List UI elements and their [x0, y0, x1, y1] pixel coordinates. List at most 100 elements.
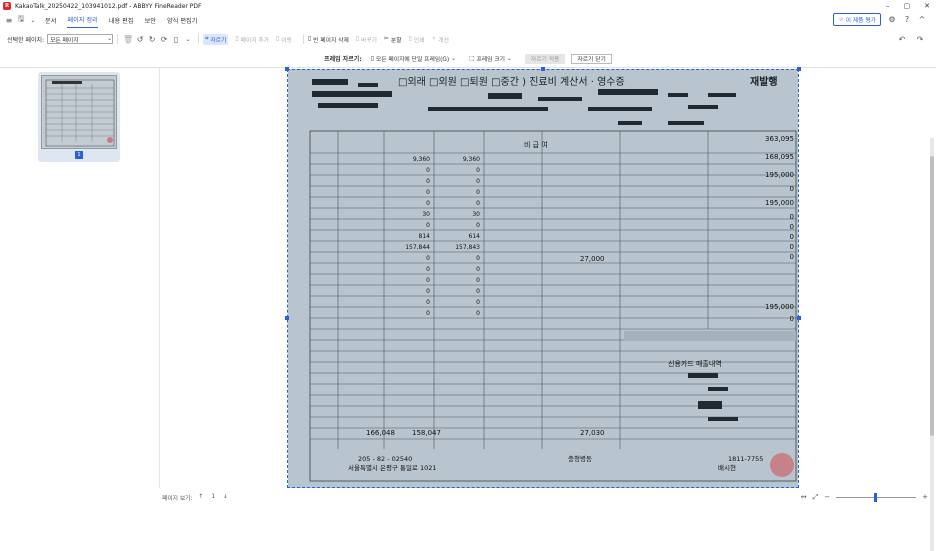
amount-value: 195,000 [765, 171, 794, 179]
move-icon: ▯ [276, 36, 280, 42]
evaluate-product-button[interactable]: ☆ 이 제품 평가 [833, 13, 881, 26]
col1-value: 30 [422, 211, 430, 218]
next-page-icon[interactable]: ↓ [223, 494, 228, 500]
undo-icon[interactable]: ↶ [896, 33, 908, 45]
chevron-down-icon: ⌄ [451, 55, 456, 62]
split-button[interactable]: ✂ 분할 [384, 35, 402, 44]
collapse-icon[interactable]: ^ [916, 13, 928, 25]
menu-bar: ≡ 🖫 ⌄ 문서 페이지 정리 내용 편집 보안 양식 편집기 [0, 12, 936, 28]
print-label: 인쇄 [413, 37, 425, 44]
chevron-down-icon: ⌄ [107, 36, 113, 42]
current-page[interactable]: 1 [211, 494, 215, 500]
page-view-label: 페이지 보기: [162, 495, 193, 502]
receipt-image: □외래 □외원 □퇴원 □중간 ) 진료비 계산서 · 영수증 재발행 비 급 … [288, 69, 798, 488]
crop-handle-mr[interactable] [797, 316, 801, 320]
menu-edit-content[interactable]: 내용 편집 [109, 12, 134, 28]
maximize-button[interactable]: ▢ [904, 2, 911, 10]
rotate-both-icon[interactable]: ⟳ [158, 33, 170, 45]
chevron-down-icon: ⌄ [507, 55, 512, 62]
zoom-controls: ↔ ⤢ − + [801, 488, 928, 506]
zoom-slider[interactable] [836, 492, 917, 502]
app-icon: R [3, 2, 11, 10]
col2-value: 157,843 [455, 244, 480, 251]
doc-address: 서울특별시 은평구 통일로 1021 [348, 463, 437, 472]
page-thumbnail[interactable]: 1 [38, 72, 120, 162]
window-title: KakaoTalk_20250422_103941012.pdf - ABBYY… [15, 2, 202, 10]
hamburger-icon[interactable]: ≡ [3, 14, 15, 26]
trash-icon[interactable]: 🗑 [122, 33, 134, 45]
help-icon[interactable]: ? [901, 13, 913, 25]
crop-label: 자르기 [210, 37, 227, 44]
amount-27000: 27,000 [580, 255, 605, 263]
replace-label: 바꾸기 [361, 37, 378, 44]
col2-value: 0 [476, 222, 480, 229]
replace-button[interactable]: ▯ 바꾸기 [356, 35, 377, 44]
rotate-right-icon[interactable]: ↻ [146, 33, 158, 45]
move-button[interactable]: ▯ 이동 [276, 35, 292, 44]
page-icon[interactable]: ▯ [170, 33, 182, 45]
page-toolbar: 선택한 페이지: 모든 페이지 ⌄ 🗑 ↺ ↻ ⟳ ▯ ⌄ ⌗ 자르기 ▯ 페이… [0, 31, 936, 47]
crop-button[interactable]: ⌗ 자르기 [203, 33, 229, 45]
seal-stamp [770, 453, 794, 477]
zoom-slider-knob[interactable] [874, 492, 878, 502]
thumbnail-panel: 1 [0, 68, 160, 488]
improve-button[interactable]: ✧ 개선 [431, 35, 449, 44]
gear-icon[interactable]: ⚙ [886, 13, 898, 25]
total-1: 166,048 [366, 429, 395, 437]
crop-handle-tr[interactable] [797, 67, 801, 71]
frame-size-dropdown[interactable]: ⬚ 프레임 크기 ⌄ [469, 54, 512, 64]
status-bar: 페이지 보기: ↑ 1 ↓ [0, 488, 936, 506]
minimize-button[interactable]: – [886, 2, 890, 10]
col2-value: 0 [476, 178, 480, 185]
col2-value: 0 [476, 277, 480, 284]
selected-pages-dropdown[interactable]: 모든 페이지 ⌄ [47, 34, 114, 44]
redo-icon[interactable]: ↷ [914, 33, 926, 45]
delete-blank-pages-label: 빈 페이지 삭제 [313, 37, 349, 44]
crop-handle-ml[interactable] [285, 316, 289, 320]
close-button[interactable]: ✕ [924, 2, 930, 10]
menu-document[interactable]: 문서 [45, 12, 56, 28]
page-icon: ▯ [370, 55, 374, 62]
col1-value: 0 [426, 310, 430, 317]
single-frame-dropdown[interactable]: ▯ 모든 페이지에 단일 프레임(G) ⌄ [370, 54, 456, 64]
document-canvas[interactable]: □외래 □외원 □퇴원 □중간 ) 진료비 계산서 · 영수증 재발행 비 급 … [160, 67, 936, 551]
wand-icon: ✧ [431, 36, 437, 42]
amount-value: 0 [790, 243, 794, 251]
apply-crop-button[interactable]: 자르기 적용 [524, 53, 566, 64]
scrollbar-thumb[interactable] [930, 156, 934, 436]
zoom-out-icon[interactable]: − [824, 493, 830, 501]
add-page-button[interactable]: ▯ 페이지 추가 [235, 35, 269, 44]
improve-label: 개선 [438, 37, 449, 44]
save-icon[interactable]: 🖫 [15, 14, 27, 26]
col1-value: 0 [426, 167, 430, 174]
col2-value: 0 [476, 189, 480, 196]
print-button[interactable]: ▯ 인쇄 [409, 35, 425, 44]
print-icon: ▯ [408, 36, 412, 42]
amount-value: 0 [790, 213, 794, 221]
amount-value: 0 [790, 185, 794, 193]
col1-value: 0 [426, 255, 430, 262]
zoom-in-icon[interactable]: + [922, 493, 928, 501]
prev-page-icon[interactable]: ↑ [198, 494, 203, 500]
col1-value: 0 [426, 178, 430, 185]
thumbnail-image [41, 75, 117, 149]
fit-width-icon[interactable]: ↔ [801, 493, 807, 501]
close-crop-button[interactable]: 자르기 닫기 [571, 53, 612, 64]
menu-form-editor[interactable]: 양식 편집기 [167, 12, 197, 28]
crop-handle-tl[interactable] [285, 67, 289, 71]
menu-security[interactable]: 보안 [145, 12, 156, 28]
document-page[interactable]: □외래 □외원 □퇴원 □중간 ) 진료비 계산서 · 영수증 재발행 비 급 … [288, 69, 798, 488]
delete-blank-pages-button[interactable]: ▯ 빈 페이지 삭제 [308, 35, 349, 44]
chevron-down-icon[interactable]: ⌄ [27, 14, 39, 26]
page-number-badge: 1 [75, 151, 83, 159]
single-frame-label: 모든 페이지에 단일 프레임(G) [375, 57, 450, 63]
amount-value: 0 [790, 315, 794, 323]
crop-handle-tm[interactable] [541, 67, 545, 71]
doc-name: 배시현 [718, 463, 736, 472]
scissors-icon: ✂ [384, 36, 389, 42]
chevron-down-icon[interactable]: ⌄ [182, 33, 194, 45]
rotate-left-icon[interactable]: ↺ [134, 33, 146, 45]
menu-page-organize[interactable]: 페이지 정리 [67, 12, 98, 28]
col2-value: 0 [476, 266, 480, 273]
fit-page-icon[interactable]: ⤢ [813, 493, 819, 502]
